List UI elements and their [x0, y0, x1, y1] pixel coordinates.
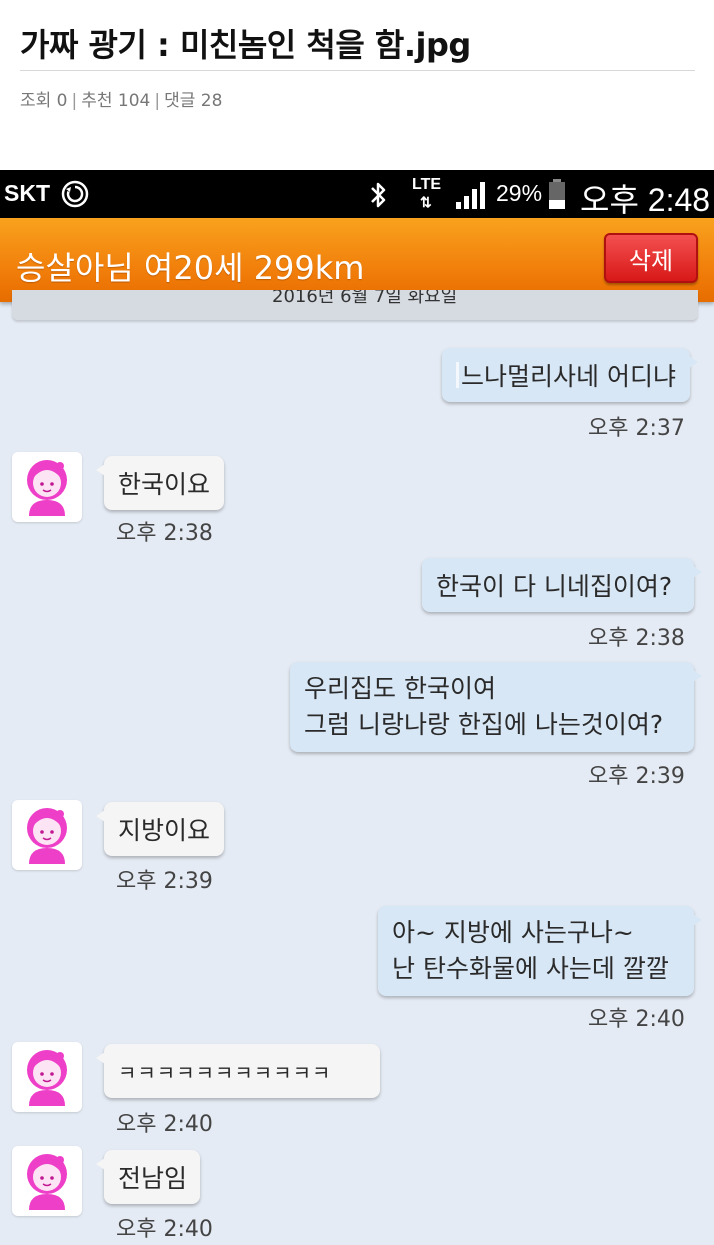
- status-bar: SKT LTE ⇅ 29% 오후 2:48: [0, 170, 714, 218]
- received-message-bubble[interactable]: 지방이요: [96, 802, 224, 856]
- message-text: ㅋㅋㅋㅋㅋㅋㅋㅋㅋㅋㅋ: [118, 1060, 332, 1085]
- girl-avatar-icon: [27, 1050, 67, 1106]
- signal-icon: [456, 182, 485, 209]
- girl-avatar-icon: [27, 460, 67, 516]
- view-count: 조회 0: [20, 91, 68, 111]
- sent-message-bubble[interactable]: 느나멀리사네 어디냐: [442, 348, 698, 402]
- meta-separator: |: [154, 91, 161, 111]
- comment-count[interactable]: 댓글 28: [164, 91, 222, 111]
- date-label: 2016년 6월 7일 화요일: [272, 290, 458, 307]
- post-header: 가짜 광기 : 미친놈인 척을 함.jpg 조회 0 | 추천 104 | 댓글 28: [0, 0, 714, 170]
- girl-avatar-icon: [27, 808, 67, 864]
- avatar[interactable]: [12, 1042, 82, 1112]
- message-text: 지방이요: [118, 816, 211, 845]
- title-divider: [20, 70, 695, 71]
- sent-message-bubble[interactable]: 우리집도 한국이여 그럼 니랑나랑 한집에 나는것이여?: [290, 662, 702, 752]
- message-text-line: 우리집도 한국이여: [304, 674, 496, 703]
- post-title: 가짜 광기 : 미친놈인 척을 함.jpg: [20, 26, 471, 64]
- message-text: 한국이요: [118, 470, 211, 499]
- lte-icon: LTE ⇅: [410, 174, 450, 214]
- battery-level: 29%: [496, 180, 543, 206]
- message-timestamp: 오후 2:39: [588, 764, 685, 789]
- chat-partner-title: 승살아님 여20세 299km: [16, 249, 365, 287]
- received-message-bubble[interactable]: 전남임: [96, 1150, 200, 1204]
- avatar[interactable]: [12, 800, 82, 870]
- chat-screenshot: SKT LTE ⇅ 29% 오후 2:48 승살아님 여20세 299km 삭제…: [0, 170, 714, 1245]
- message-text-line: 그럼 니랑나랑 한집에 나는것이여?: [304, 710, 664, 739]
- sync-icon: [61, 180, 89, 208]
- meta-separator: |: [71, 91, 78, 111]
- like-count[interactable]: 추천 104: [81, 91, 150, 111]
- message-text: 전남임: [118, 1164, 188, 1193]
- bluetooth-icon: [371, 182, 386, 208]
- message-text-line: 아~ 지방에 사는구나~: [392, 918, 634, 947]
- date-divider: 2016년 6월 7일 화요일: [12, 290, 698, 320]
- sent-message-bubble[interactable]: 한국이 다 니네집이여?: [422, 558, 702, 612]
- message-timestamp: 오후 2:40: [588, 1007, 685, 1032]
- message-text: 느나멀리사네 어디냐: [461, 362, 676, 391]
- received-message-bubble[interactable]: ㅋㅋㅋㅋㅋㅋㅋㅋㅋㅋㅋ: [96, 1044, 380, 1098]
- post-meta: 조회 0 | 추천 104 | 댓글 28: [20, 86, 222, 111]
- sent-message-bubble[interactable]: 아~ 지방에 사는구나~ 난 탄수화물에 사는데 깔깔: [378, 906, 702, 996]
- girl-avatar-icon: [27, 1154, 67, 1210]
- data-arrows-icon: ⇅: [420, 194, 432, 210]
- avatar[interactable]: [12, 452, 82, 522]
- message-timestamp: 오후 2:37: [588, 416, 685, 441]
- avatar[interactable]: [12, 1146, 82, 1216]
- message-text: 한국이 다 니네집이여?: [436, 572, 673, 601]
- message-timestamp: 오후 2:40: [116, 1217, 213, 1242]
- censor-blur: [456, 362, 460, 388]
- message-timestamp: 오후 2:40: [116, 1112, 213, 1137]
- carrier-name: SKT: [4, 180, 50, 206]
- battery-icon: [549, 179, 565, 209]
- lte-label: LTE: [412, 176, 442, 193]
- status-clock: 오후 2:48: [580, 182, 711, 218]
- message-timestamp: 오후 2:38: [116, 521, 213, 546]
- delete-button[interactable]: 삭제: [604, 233, 698, 283]
- received-message-bubble[interactable]: 한국이요: [96, 456, 224, 510]
- message-timestamp: 오후 2:38: [588, 626, 685, 651]
- message-text-line: 난 탄수화물에 사는데 깔깔: [392, 954, 669, 983]
- message-timestamp: 오후 2:39: [116, 869, 213, 894]
